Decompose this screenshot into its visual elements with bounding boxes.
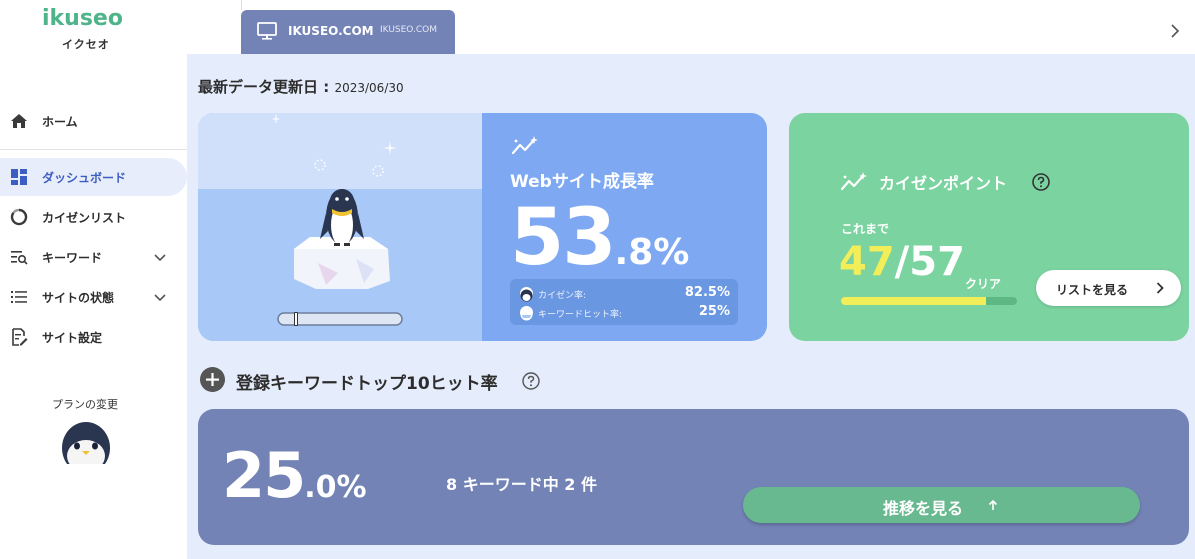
brand-name: ikuseo (42, 6, 123, 31)
plus-circle-icon[interactable] (200, 367, 225, 392)
last-updated: 最新データ更新日 : 2023/06/30 (198, 76, 404, 97)
help-icon[interactable] (522, 372, 540, 390)
keyword-hit-rate: 25.0% (222, 439, 367, 512)
updated-label: 最新データ更新日 (198, 78, 319, 96)
penguin-illustration (198, 113, 482, 341)
keyword-hit-label: キーワードヒット率: (538, 310, 623, 320)
keyword-section-title: 登録キーワードトップ10ヒット率 (236, 374, 498, 394)
growth-breakdown: カイゼン率: 82.5% キーワードヒット率: 25% (510, 279, 738, 325)
view-list-label: リストを見る (1056, 283, 1129, 297)
growth-stats: Webサイト成長率 53.8% カイゼン率: 82.5% キーワードヒット率: … (482, 113, 767, 341)
sidebar-item-label: カイゼンリスト (42, 210, 127, 225)
logo[interactable]: ikuseo イクセオ (42, 6, 123, 51)
sidebar-item-label: サイト設定 (42, 330, 103, 345)
kaizen-title: カイゼンポイント (879, 174, 1008, 193)
edit-doc-icon (10, 328, 28, 346)
keyword-hit-count: 8 キーワード中 2 件 (446, 475, 597, 494)
keyword-hit-rate-int: 25 (222, 439, 306, 512)
view-trend-label: 推移を見る (883, 499, 964, 518)
penguin-mini-icon (520, 287, 533, 302)
kaizen-rate-row: カイゼン率: 82.5% (518, 285, 730, 303)
kaizen-points-card: カイゼンポイント これまで 47/57 クリア リストを見る (789, 113, 1189, 341)
site-name: IKUSEO.COM (288, 24, 374, 38)
kaizen-count: 47/57 (839, 239, 965, 285)
sidebar-item-site-settings[interactable]: サイト設定 (0, 318, 187, 356)
growth-rate-dec: .8% (614, 232, 690, 273)
sidebar-divider (0, 149, 187, 150)
kaizen-rate-label: カイゼン率: (538, 291, 587, 301)
sidebar-item-keywords[interactable]: キーワード (0, 238, 187, 276)
growth-title: Webサイト成長率 (510, 172, 654, 192)
kaizen-clear-label: クリア (965, 277, 1002, 291)
sidebar-item-label: キーワード (42, 250, 103, 265)
chevron-right-icon[interactable] (1170, 24, 1180, 38)
sidebar-item-kaizen-list[interactable]: カイゼンリスト (0, 198, 187, 236)
sidebar-item-site-status[interactable]: サイトの状態 (0, 278, 187, 316)
chevron-down-icon[interactable] (154, 251, 166, 263)
cycle-icon (10, 208, 28, 226)
list-icon (10, 288, 28, 306)
kaizen-so-far-label: これまで (841, 222, 890, 236)
chevron-down-icon[interactable] (154, 291, 166, 303)
site-url: IKUSEO.COM (380, 25, 438, 35)
growth-card: Webサイト成長率 53.8% カイゼン率: 82.5% キーワードヒット率: … (198, 113, 767, 341)
penguin-scene (273, 115, 403, 326)
dashboard-icon (10, 168, 28, 186)
keyword-hit-value: 25% (698, 304, 730, 319)
plan-change-link[interactable]: プランの変更 (52, 396, 118, 412)
keyword-search-icon (10, 248, 28, 266)
growth-rate: 53.8% (510, 193, 689, 283)
sidebar: ikuseo イクセオ ホーム ダッシュボード カイゼンリスト キーワード サイ… (0, 0, 187, 559)
iceberg-mini-icon (520, 306, 533, 321)
monitor-icon (257, 22, 277, 40)
home-icon (10, 112, 28, 130)
arrow-up-icon (988, 499, 998, 510)
growth-progress-handle (294, 312, 299, 326)
keyword-hit-row: キーワードヒット率: 25% (518, 304, 730, 322)
sidebar-item-dashboard[interactable]: ダッシュボード (0, 158, 187, 196)
keyword-hit-rate-dec: .0% (304, 470, 367, 505)
kaizen-done: 47 (839, 239, 895, 285)
growth-rate-int: 53 (510, 193, 617, 283)
updated-separator: : (318, 78, 335, 96)
topbar-divider (241, 0, 242, 10)
site-tab[interactable]: IKUSEO.COM IKUSEO.COM (241, 10, 455, 54)
trend-sparkle-icon (841, 172, 867, 191)
penguin-avatar[interactable] (60, 420, 112, 468)
sidebar-item-home[interactable]: ホーム (0, 102, 187, 140)
sidebar-item-label: ダッシュボード (42, 170, 127, 185)
chevron-right-icon (1156, 282, 1164, 294)
main-content: 最新データ更新日 : 2023/06/30 Webサイト成長率 53.8% カイ… (187, 54, 1195, 559)
kaizen-slash: / (894, 239, 910, 285)
sidebar-item-label: サイトの状態 (42, 290, 115, 305)
brand-kana: イクセオ (62, 38, 110, 51)
updated-date: 2023/06/30 (334, 81, 404, 95)
help-icon[interactable] (1032, 173, 1050, 191)
view-list-button[interactable]: リストを見る (1036, 270, 1181, 306)
kaizen-progress-bar (841, 297, 1017, 305)
trend-sparkle-icon (512, 136, 538, 155)
view-trend-button[interactable]: 推移を見る (743, 487, 1140, 523)
kaizen-total: 57 (909, 239, 965, 285)
kaizen-progress-fill (841, 297, 987, 305)
sidebar-item-label: ホーム (42, 114, 78, 129)
kaizen-rate-value: 82.5% (684, 285, 730, 300)
keyword-hit-card: 25.0% 8 キーワード中 2 件 推移を見る (198, 409, 1189, 545)
